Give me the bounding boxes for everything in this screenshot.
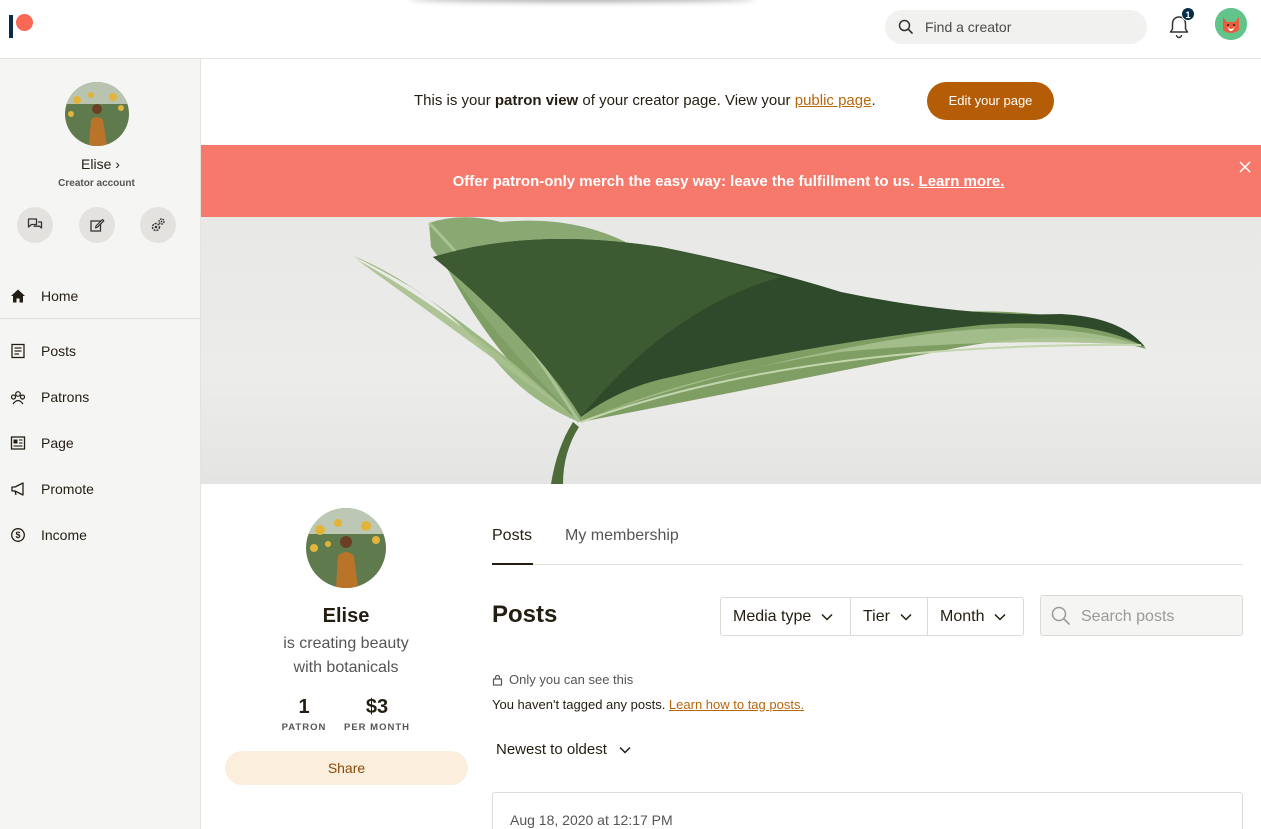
patron-view-text: This is your patron view of your creator…: [414, 92, 876, 109]
posts-heading: Posts: [492, 601, 558, 628]
profile-photo: [306, 508, 386, 588]
posts-icon: [9, 342, 27, 360]
monthly-label: PER MONTH: [344, 722, 410, 733]
sidebar-item-page[interactable]: Page: [0, 423, 200, 463]
sidebar-item-promote[interactable]: Promote: [0, 469, 200, 509]
search-posts-input[interactable]: [1081, 596, 1236, 637]
nav-divider: [0, 318, 200, 319]
untagged-text: You haven't tagged any posts.: [492, 697, 669, 712]
sort-label: Newest to oldest: [496, 741, 607, 758]
sidebar-item-home[interactable]: Home: [0, 276, 200, 316]
svg-text:$: $: [15, 530, 20, 540]
user-avatar[interactable]: [1215, 8, 1247, 40]
messages-button[interactable]: [17, 207, 53, 243]
sidebar-account-type: Creator account: [58, 178, 135, 189]
chevron-down-icon: [821, 613, 833, 621]
dollar-icon: $: [9, 526, 27, 544]
promo-message: Offer patron-only merch the easy way: le…: [452, 173, 919, 190]
visibility-text: Only you can see this: [509, 672, 634, 687]
page-icon: [9, 434, 27, 452]
patreon-logo-icon[interactable]: [9, 14, 35, 38]
sidebar-item-label: Page: [41, 435, 74, 451]
find-creator-search[interactable]: [885, 10, 1147, 44]
post-filters: Media type Tier Month: [720, 597, 1024, 636]
month-filter[interactable]: Month: [928, 598, 1023, 635]
sidebar-item-posts[interactable]: Posts: [0, 331, 200, 371]
description-line: with botanicals: [293, 659, 399, 676]
notice-prefix: This is your: [414, 92, 495, 109]
notice-suffix: .: [871, 92, 876, 109]
creator-avatar: [306, 508, 386, 588]
gears-icon: [151, 218, 165, 232]
public-page-link[interactable]: public page: [795, 92, 872, 109]
search-icon: [898, 19, 913, 34]
lock-icon: [492, 674, 503, 686]
post-card[interactable]: Aug 18, 2020 at 12:17 PM: [492, 792, 1243, 829]
filter-label: Media type: [733, 607, 812, 625]
megaphone-icon: [9, 480, 27, 498]
notification-badge: 1: [1181, 7, 1195, 21]
search-posts-field[interactable]: [1040, 595, 1243, 637]
sidebar: Elise › Creator account Home Posts Patro…: [0, 59, 201, 829]
share-button[interactable]: Share: [225, 751, 468, 785]
creator-description: is creating beauty with botanicals: [226, 632, 466, 680]
sidebar-item-label: Promote: [41, 481, 94, 497]
leaf-illustration: [351, 217, 1146, 484]
patrons-icon: [9, 388, 27, 406]
chat-icon: [27, 218, 43, 229]
top-bar: 1: [0, 0, 1261, 59]
promo-text: Offer patron-only merch the easy way: le…: [201, 173, 1256, 190]
sidebar-item-label: Posts: [41, 343, 77, 359]
sidebar-item-patrons[interactable]: Patrons: [0, 377, 200, 417]
media-type-filter[interactable]: Media type: [721, 598, 851, 635]
sidebar-item-label: Income: [41, 527, 87, 543]
edit-page-button[interactable]: Edit your page: [927, 82, 1054, 120]
learn-more-link[interactable]: Learn more.: [919, 173, 1005, 190]
description-line: is creating beauty: [283, 635, 409, 652]
tab-divider: [492, 564, 1243, 565]
create-post-button[interactable]: [79, 207, 115, 243]
visibility-note: Only you can see this: [492, 672, 633, 687]
sidebar-avatar[interactable]: [65, 82, 129, 146]
cover-image: [201, 217, 1261, 484]
learn-tag-posts-link[interactable]: Learn how to tag posts.: [669, 697, 804, 712]
sidebar-item-income[interactable]: $ Income: [0, 515, 200, 555]
merch-promo-banner: Offer patron-only merch the easy way: le…: [201, 145, 1261, 217]
profile-photo: [65, 82, 129, 146]
find-creator-input[interactable]: [925, 10, 1135, 44]
search-icon: [1051, 606, 1070, 625]
creator-name: Elise: [322, 605, 370, 627]
tab-posts[interactable]: Posts: [492, 527, 532, 545]
filter-label: Tier: [863, 607, 890, 625]
sidebar-user-name[interactable]: Elise ›: [0, 156, 201, 172]
notice-bold: patron view: [494, 92, 579, 109]
sidebar-item-label: Home: [41, 288, 79, 304]
settings-button[interactable]: [140, 207, 176, 243]
tab-my-membership[interactable]: My membership: [565, 527, 679, 545]
patron-view-notice: This is your patron view of your creator…: [201, 59, 1261, 145]
sidebar-item-label: Patrons: [41, 389, 90, 405]
chevron-down-icon: [994, 613, 1006, 621]
filter-label: Month: [940, 607, 985, 625]
tier-filter[interactable]: Tier: [851, 598, 928, 635]
fox-avatar-icon: [1215, 8, 1247, 40]
chevron-down-icon: [900, 613, 912, 621]
patron-label: PATRON: [281, 722, 327, 733]
active-tab-indicator: [492, 563, 533, 565]
untagged-posts-note: You haven't tagged any posts. Learn how …: [492, 697, 804, 712]
close-icon[interactable]: [1237, 159, 1253, 175]
notice-middle: of your creator page. View your: [578, 92, 795, 109]
sort-dropdown[interactable]: Newest to oldest: [496, 741, 631, 758]
post-date: Aug 18, 2020 at 12:17 PM: [510, 812, 673, 828]
chevron-down-icon: [619, 746, 631, 754]
edit-icon: [90, 218, 105, 232]
home-icon: [9, 287, 27, 305]
patron-count: 1: [298, 696, 310, 718]
monthly-amount: $3: [365, 696, 389, 718]
